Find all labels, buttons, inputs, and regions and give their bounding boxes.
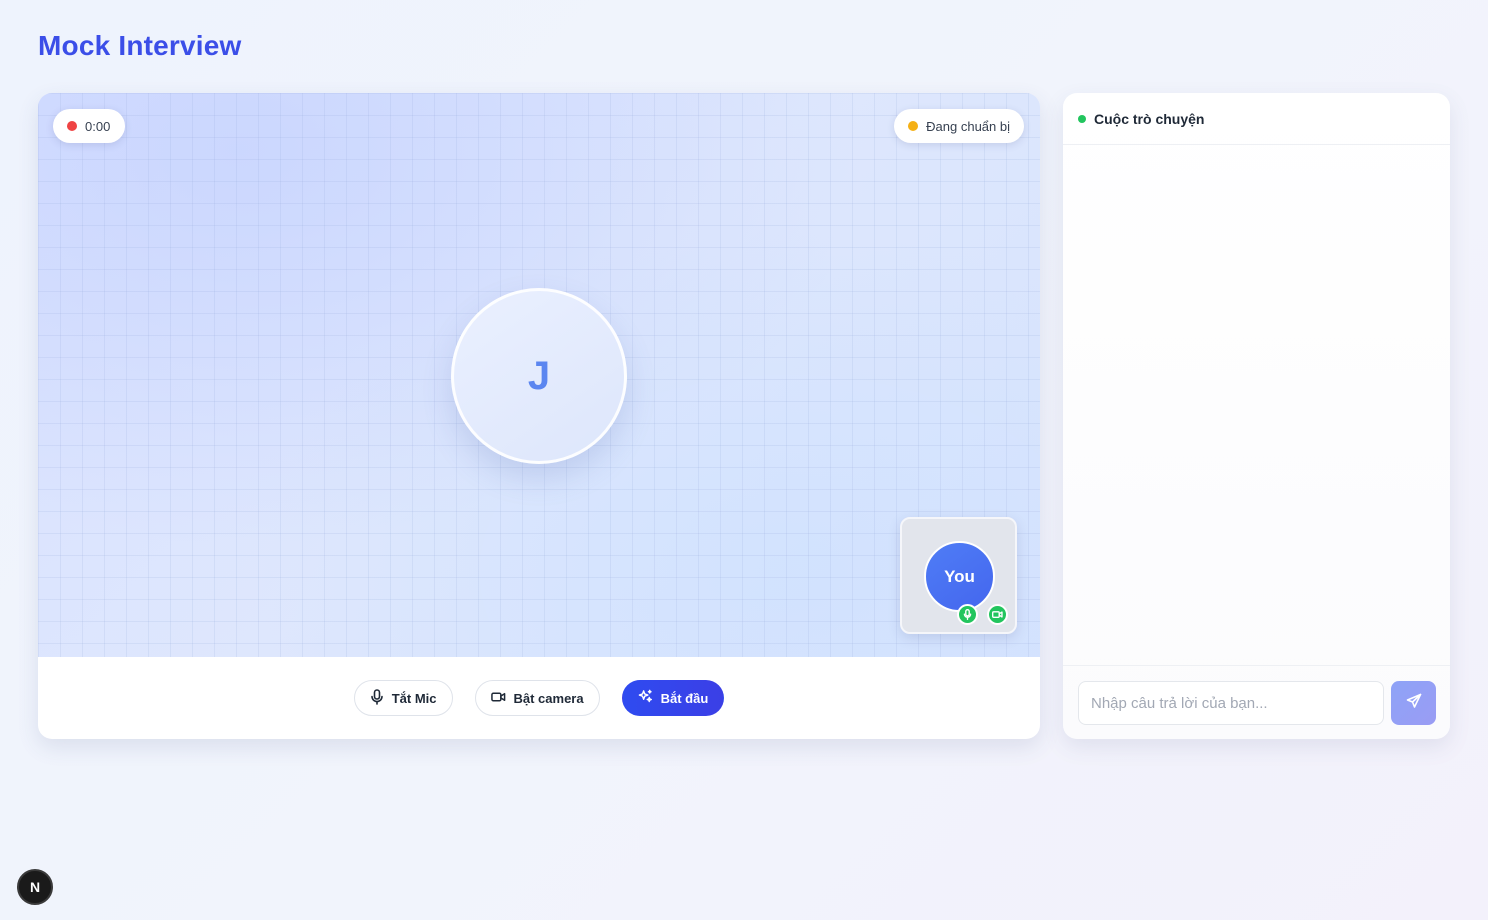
online-dot-icon xyxy=(1078,114,1086,123)
mute-mic-button[interactable]: Tắt Mic xyxy=(353,680,453,716)
devtools-badge-letter: N xyxy=(29,879,41,895)
camera-on-icon xyxy=(987,604,1008,625)
status-text: Đang chuẩn bị xyxy=(926,118,1010,134)
interviewer-avatar: J xyxy=(451,288,627,464)
recording-dot-icon xyxy=(67,121,77,131)
chat-title: Cuộc trò chuyện xyxy=(1094,110,1205,127)
sparkles-icon xyxy=(638,689,653,707)
video-panel: 0:00 Đang chuẩn bị J You Tắt Mic Bật cam… xyxy=(38,93,1040,739)
call-timer: 0:00 xyxy=(53,109,126,143)
start-interview-button[interactable]: Bắt đầu xyxy=(621,680,725,716)
camera-toggle-label: Bật camera xyxy=(513,690,584,706)
start-interview-label: Bắt đầu xyxy=(660,690,709,706)
send-button[interactable] xyxy=(1391,681,1436,725)
chat-panel: Cuộc trò chuyện xyxy=(1063,93,1450,739)
video-stage: 0:00 Đang chuẩn bị J You xyxy=(38,93,1040,657)
timer-text: 0:00 xyxy=(85,118,111,134)
chat-messages[interactable] xyxy=(1063,145,1450,665)
camera-toggle-button[interactable]: Bật camera xyxy=(474,680,600,716)
send-icon xyxy=(1406,693,1422,714)
chat-composer xyxy=(1063,665,1450,739)
microphone-icon xyxy=(370,688,384,708)
chat-header: Cuộc trò chuyện xyxy=(1063,93,1450,145)
self-label: You xyxy=(944,566,975,586)
self-avatar: You xyxy=(924,541,995,612)
devtools-badge[interactable]: N xyxy=(17,869,53,905)
self-video-tile[interactable]: You xyxy=(900,517,1017,634)
answer-input[interactable] xyxy=(1078,681,1384,725)
mute-mic-label: Tắt Mic xyxy=(391,690,437,706)
mic-on-icon xyxy=(957,604,978,625)
status-dot-icon xyxy=(908,121,919,131)
video-camera-icon xyxy=(490,691,506,706)
call-controls: Tắt Mic Bật camera Bắt đầu xyxy=(38,657,1040,739)
page-title: Mock Interview xyxy=(38,30,242,61)
status-badge: Đang chuẩn bị xyxy=(894,109,1024,143)
interviewer-initial: J xyxy=(527,353,551,398)
